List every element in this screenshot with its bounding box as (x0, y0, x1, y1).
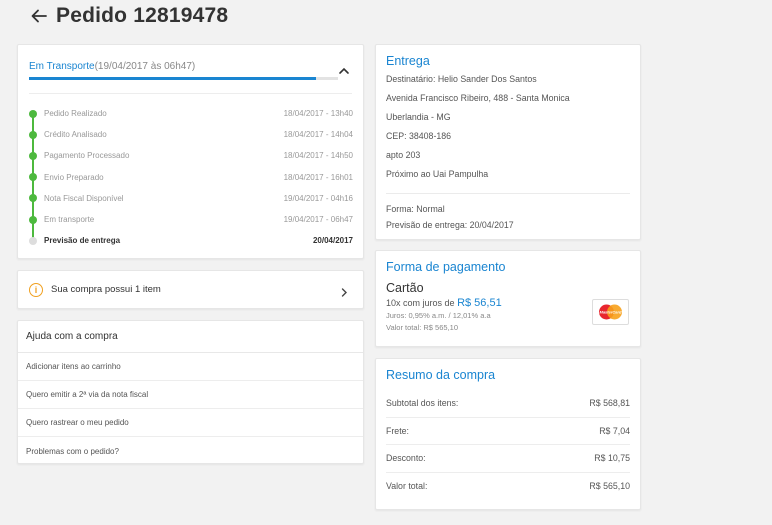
address-line: CEP: 38408-186 (386, 131, 452, 141)
timeline-step: Pagamento Processado 18/04/2017 - 14h50 (29, 145, 353, 166)
items-count-text: Sua compra possui 1 item (51, 284, 161, 295)
timeline-forecast: Previsão de entrega 20/04/2017 (29, 230, 353, 251)
timeline-step-label: Em transporte (44, 215, 95, 225)
mastercard-logo: MasterCard (592, 299, 629, 325)
chevron-right-icon (340, 285, 348, 297)
timeline-step-label: Nota Fiscal Disponível (44, 193, 124, 203)
address-line: apto 203 (386, 150, 421, 160)
summary-row: Frete: R$ 7,04 (386, 418, 630, 445)
payment-title: Forma de pagamento (386, 260, 506, 274)
timeline-dot (29, 215, 37, 224)
summary-value: R$ 10,75 (594, 453, 630, 464)
order-items-card[interactable]: i Sua compra possui 1 item (17, 270, 364, 309)
order-summary-card: Resumo da compra Subtotal dos itens: R$ 5… (375, 358, 641, 510)
status-heading: Em Transporte(19/04/2017 às 06h47) (29, 61, 195, 72)
page-title: Pedido 12819478 (56, 4, 229, 27)
installment-amount: R$ 56,51 (457, 297, 502, 309)
help-card: Ajuda com a compra Adicionar itens ao ca… (17, 320, 364, 464)
timeline-step-label: Pagamento Processado (44, 151, 130, 161)
help-link-invoice-copy[interactable]: Quero emitir a 2ª via da nota fiscal (18, 381, 363, 409)
summary-value: R$ 565,10 (589, 481, 630, 492)
delivery-forecast: Previsão de entrega: 20/04/2017 (386, 220, 514, 230)
timeline-step: Nota Fiscal Disponível 19/04/2017 - 04h16 (29, 188, 353, 209)
address-line: Uberlandia - MG (386, 112, 451, 122)
timeline-step-date: 18/04/2017 - 13h40 (283, 109, 353, 119)
summary-label: Desconto: (386, 453, 426, 464)
timeline-step-date: 18/04/2017 - 16h01 (283, 172, 353, 182)
timeline-dot (29, 109, 37, 118)
timeline-step-date: 18/04/2017 - 14h50 (283, 151, 353, 161)
status-current-date: (19/04/2017 às 06h47) (94, 61, 196, 72)
delivery-title: Entrega (386, 54, 430, 68)
divider (29, 93, 352, 94)
timeline-step-label: Envio Preparado (44, 172, 104, 182)
info-icon: i (29, 282, 43, 297)
payment-card: Forma de pagamento Cartão 10x com juros … (375, 250, 641, 347)
help-link-track-order[interactable]: Quero rastrear o meu pedido (18, 409, 363, 437)
address-line: Avenida Francisco Ribeiro, 488 - Santa M… (386, 93, 570, 103)
timeline-step-date: 19/04/2017 - 04h16 (283, 193, 353, 203)
timeline-step: Pedido Realizado 18/04/2017 - 13h40 (29, 103, 353, 124)
delivery-card: Entrega Destinatário: Helio Sander Dos S… (375, 44, 641, 240)
mastercard-logo-text: MasterCard (599, 310, 622, 315)
help-link-order-problems[interactable]: Problemas com o pedido? (18, 437, 363, 465)
timeline-dot (29, 173, 37, 182)
timeline-step-date: 18/04/2017 - 14h04 (283, 130, 353, 140)
divider (386, 193, 630, 194)
address-line: Próximo ao Uai Pampulha (386, 169, 489, 179)
status-progress-fill (29, 77, 317, 80)
help-link-add-items[interactable]: Adicionar itens ao carrinho (18, 353, 363, 381)
timeline-step: Em transporte 19/04/2017 - 06h47 (29, 209, 353, 230)
recipient-line: Destinatário: Helio Sander Dos Santos (386, 74, 537, 84)
summary-row: Valor total: R$ 565,10 (386, 473, 630, 501)
shipping-method: Forma: Normal (386, 204, 445, 214)
timeline-dot (29, 194, 37, 203)
summary-label: Subtotal dos itens: (386, 398, 459, 409)
summary-list: Subtotal dos itens: R$ 568,81 Frete: R$ 7,… (386, 390, 630, 500)
order-status-card: Em Transporte(19/04/2017 às 06h47) Pedid… (17, 44, 364, 259)
forecast-date: 20/04/2017 (312, 236, 353, 246)
summary-row: Subtotal dos itens: R$ 568,81 (386, 390, 630, 418)
timeline-dot (29, 151, 37, 160)
timeline-dot (29, 130, 37, 139)
timeline-step: Crédito Analisado 18/04/2017 - 14h04 (29, 124, 353, 145)
chevron-up-icon[interactable] (337, 63, 351, 74)
summary-label: Valor total: (386, 481, 428, 492)
timeline-step-label: Pedido Realizado (44, 109, 107, 119)
timeline-step: Envio Preparado 18/04/2017 - 16h01 (29, 167, 353, 188)
summary-value: R$ 7,04 (599, 425, 630, 436)
timeline-step-label: Crédito Analisado (44, 130, 107, 140)
help-title: Ajuda com a compra (18, 321, 363, 353)
status-timeline: Pedido Realizado 18/04/2017 - 13h40 Crédi… (29, 103, 353, 251)
summary-row: Desconto: R$ 10,75 (386, 445, 630, 473)
timeline-dot (29, 236, 37, 245)
delivery-address: Destinatário: Helio Sander Dos Santos Av… (386, 70, 630, 184)
summary-title: Resumo da compra (386, 368, 496, 382)
summary-value: R$ 568,81 (589, 398, 630, 409)
page-header: Pedido 12819478 (28, 2, 228, 30)
status-current-label: Em Transporte (29, 61, 95, 72)
installments-label: 10x com juros de (386, 298, 455, 308)
status-progress-bar (29, 77, 338, 80)
summary-label: Frete: (386, 425, 409, 436)
arrow-left-icon[interactable] (28, 5, 50, 27)
timeline-step-date: 19/04/2017 - 06h47 (283, 215, 353, 225)
shipping-info: Forma: Normal Previsão de entrega: 20/04… (386, 201, 630, 233)
payment-method: Cartão (386, 281, 424, 295)
forecast-label: Previsão de entrega (44, 236, 121, 246)
